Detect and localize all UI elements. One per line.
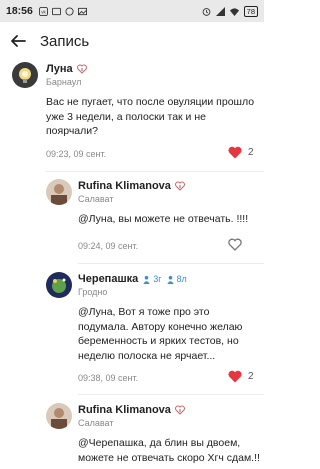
child-age-chip: 3г <box>142 274 162 284</box>
divider <box>78 394 264 395</box>
comments-feed[interactable]: Луна Барнаул Вас не пугает, что после ов… <box>0 60 264 469</box>
divider <box>78 263 264 264</box>
app-bar: Запись <box>0 22 264 60</box>
author-name[interactable]: Rufina Klimanova <box>78 404 171 416</box>
image-notification-icon <box>77 7 87 15</box>
like-button[interactable]: 2 <box>228 146 254 159</box>
like-button[interactable]: 2 <box>228 370 254 383</box>
message-notification-icon <box>51 7 61 15</box>
author-city: Барнаул <box>46 77 82 87</box>
avatar[interactable] <box>46 179 72 205</box>
status-bar: 18:56 vk 78 <box>0 0 264 22</box>
like-button[interactable] <box>228 238 248 251</box>
child-age-chip: 8л <box>166 274 187 284</box>
heart-badge-icon <box>174 181 185 191</box>
author-city: Салават <box>78 194 114 204</box>
comment-time: 09:38, 09 сент. <box>78 373 139 383</box>
alarm-icon <box>202 7 211 16</box>
heart-filled-icon <box>228 146 242 159</box>
author-name[interactable]: Rufina Klimanova <box>78 180 171 192</box>
comment-text: Вас не пугает, что после овуляции прошло… <box>46 96 255 137</box>
svg-text:vk: vk <box>41 9 46 14</box>
child-icon <box>166 275 174 284</box>
vk-notification-icon: vk <box>38 6 48 16</box>
chat-notification-icon <box>65 6 74 16</box>
comment-time: 09:23, 09 сент. <box>46 149 107 159</box>
author-name[interactable]: Луна <box>46 63 73 75</box>
like-count: 2 <box>248 371 254 382</box>
heart-filled-icon <box>228 370 242 383</box>
comment-text: @Луна, вы можете не отвечать. !!!! <box>78 213 249 225</box>
comment-text: @Черепашка, да блин вы двоем, можете не … <box>78 437 260 464</box>
comment-text: @Луна, Вот я тоже про это подумала. Авто… <box>78 306 243 362</box>
comment-time: 09:24, 09 сент. <box>78 241 139 251</box>
status-time: 18:56 <box>6 5 33 17</box>
author-city: Гродно <box>78 287 108 297</box>
child-icon <box>143 275 150 284</box>
like-count: 2 <box>248 147 254 158</box>
author-name[interactable]: Черепашка <box>78 273 138 285</box>
avatar[interactable] <box>46 403 72 429</box>
author-city: Салават <box>78 418 114 428</box>
avatar[interactable] <box>12 62 38 88</box>
heart-badge-icon <box>76 64 87 74</box>
heart-outline-icon <box>228 238 242 251</box>
battery-indicator: 78 <box>243 5 258 17</box>
wifi-icon <box>229 7 239 16</box>
heart-badge-icon <box>174 405 185 415</box>
back-button[interactable] <box>0 22 36 60</box>
page-title: Запись <box>40 32 90 50</box>
signal-icon <box>215 6 225 16</box>
avatar[interactable] <box>46 272 72 298</box>
divider <box>46 171 264 172</box>
arrow-left-icon <box>11 35 26 47</box>
